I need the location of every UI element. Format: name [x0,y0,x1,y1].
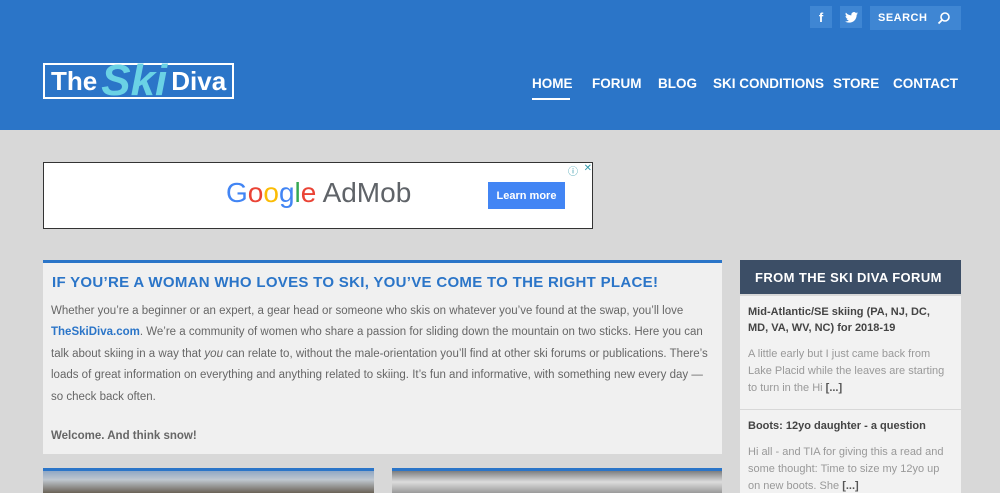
welcome-closing: Welcome. And think snow! [51,430,197,442]
nav-forum[interactable]: FORUM [592,76,642,91]
ad-close-icon[interactable]: ✕ [584,163,592,177]
welcome-body: Whether you’re a beginner or an expert, … [51,301,711,408]
nav-store[interactable]: STORE [833,76,879,91]
forum-widget-heading: FROM THE SKI DIVA FORUM [740,260,961,294]
nav-contact[interactable]: CONTACT [893,76,958,91]
active-nav-indicator [532,98,570,100]
site-logo[interactable]: The Ski Diva [43,58,235,104]
facebook-icon[interactable]: f [810,6,832,28]
ad-logo-letter: o [247,177,264,208]
read-more-link[interactable]: [...] [826,382,843,394]
welcome-text: Whether you’re a beginner or an expert, … [51,305,684,317]
ad-logo-letter: e [300,177,317,208]
forum-post-title[interactable]: Mid-Atlantic/SE skiing (PA, NJ, DC, MD, … [748,304,953,336]
welcome-title: IF YOU’RE A WOMAN WHO LOVES TO SKI, YOU’… [52,274,659,291]
forum-post: Mid-Atlantic/SE skiing (PA, NJ, DC, MD, … [740,296,961,409]
logo-the: The [51,65,98,96]
forum-post-title[interactable]: Boots: 12yo daughter - a question [748,418,953,434]
search-icon[interactable] [937,11,951,25]
logo-diva: Diva [171,65,227,96]
ad-banner[interactable]: ⓘ ✕ Google AdMob Learn more [43,162,593,229]
ad-info-icon[interactable]: ⓘ [568,163,578,178]
twitter-icon[interactable] [840,6,862,28]
ad-logo-letter: G [226,177,248,208]
logo-ski: Ski [101,56,168,105]
forum-post-excerpt: Hi all - and TIA for giving this a read … [748,444,953,493]
logo-frame: The Ski Diva [43,59,235,103]
site-header: f SEARCH The Ski Diva HOME FORUM BLOG SK… [0,0,1000,130]
ad-product-name: AdMob [322,177,412,208]
forum-post-excerpt: A little early but I just came back from… [748,346,953,397]
forum-post: Boots: 12yo daughter - a question Hi all… [740,410,961,493]
ad-logo-letter: o [263,177,279,208]
ad-learn-more-button[interactable]: Learn more [488,182,565,209]
ad-info-controls: ⓘ ✕ [568,163,592,178]
welcome-emphasis: you [204,347,223,360]
ad-logo-letter: g [278,177,295,208]
nav-blog[interactable]: BLOG [658,76,697,91]
site-link[interactable]: TheSkiDiva.com [51,326,140,338]
welcome-card: IF YOU’RE A WOMAN WHO LOVES TO SKI, YOU’… [43,260,722,454]
nav-home[interactable]: HOME [532,76,573,91]
post-thumbnail[interactable] [392,468,722,493]
search-label: SEARCH [878,12,928,24]
nav-ski-conditions[interactable]: SKI CONDITIONS [713,76,824,91]
read-more-link[interactable]: [...] [842,480,859,492]
ad-brand-logo: Google AdMob [226,177,411,209]
search-box[interactable]: SEARCH [870,6,961,30]
post-thumbnail[interactable] [43,468,374,493]
forum-post-text: A little early but I just came back from… [748,348,945,394]
